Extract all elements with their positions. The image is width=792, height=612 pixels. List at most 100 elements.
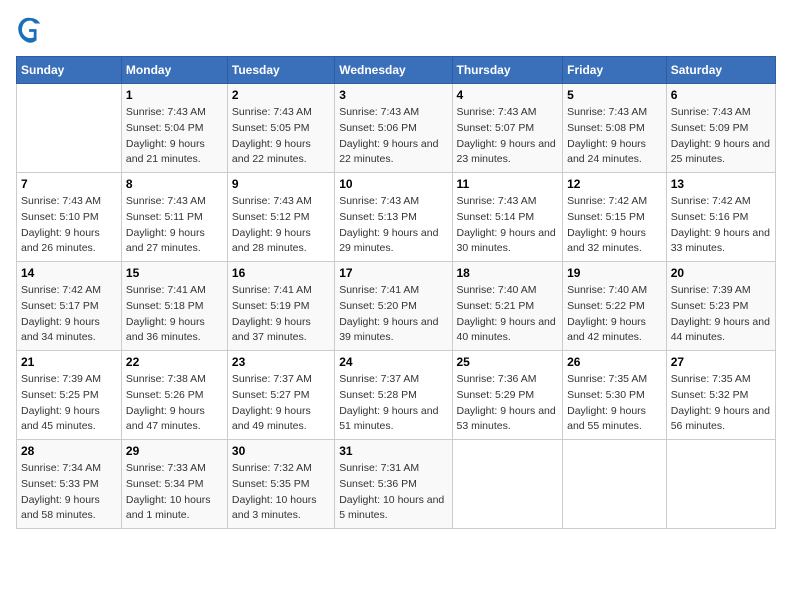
calendar-cell xyxy=(17,84,122,173)
calendar-cell: 1 Sunrise: 7:43 AMSunset: 5:04 PMDayligh… xyxy=(121,84,227,173)
page-header xyxy=(16,16,776,44)
calendar-cell: 9 Sunrise: 7:43 AMSunset: 5:12 PMDayligh… xyxy=(227,173,334,262)
day-number: 17 xyxy=(339,266,447,280)
day-number: 30 xyxy=(232,444,330,458)
calendar-header-row: SundayMondayTuesdayWednesdayThursdayFrid… xyxy=(17,57,776,84)
day-info: Sunrise: 7:43 AMSunset: 5:05 PMDaylight:… xyxy=(232,105,330,168)
day-info: Sunrise: 7:42 AMSunset: 5:15 PMDaylight:… xyxy=(567,194,662,257)
day-number: 16 xyxy=(232,266,330,280)
day-info: Sunrise: 7:41 AMSunset: 5:20 PMDaylight:… xyxy=(339,283,447,346)
calendar-cell: 13 Sunrise: 7:42 AMSunset: 5:16 PMDaylig… xyxy=(666,173,775,262)
logo-icon xyxy=(16,16,44,44)
day-number: 11 xyxy=(457,177,559,191)
calendar-cell: 27 Sunrise: 7:35 AMSunset: 5:32 PMDaylig… xyxy=(666,351,775,440)
header-saturday: Saturday xyxy=(666,57,775,84)
day-number: 20 xyxy=(671,266,771,280)
day-number: 29 xyxy=(126,444,223,458)
calendar-cell: 2 Sunrise: 7:43 AMSunset: 5:05 PMDayligh… xyxy=(227,84,334,173)
header-monday: Monday xyxy=(121,57,227,84)
calendar-week-row: 21 Sunrise: 7:39 AMSunset: 5:25 PMDaylig… xyxy=(17,351,776,440)
day-info: Sunrise: 7:43 AMSunset: 5:14 PMDaylight:… xyxy=(457,194,559,257)
day-number: 12 xyxy=(567,177,662,191)
calendar-week-row: 28 Sunrise: 7:34 AMSunset: 5:33 PMDaylig… xyxy=(17,440,776,529)
day-info: Sunrise: 7:33 AMSunset: 5:34 PMDaylight:… xyxy=(126,461,223,524)
header-thursday: Thursday xyxy=(452,57,563,84)
calendar-week-row: 14 Sunrise: 7:42 AMSunset: 5:17 PMDaylig… xyxy=(17,262,776,351)
calendar-cell: 8 Sunrise: 7:43 AMSunset: 5:11 PMDayligh… xyxy=(121,173,227,262)
calendar-cell: 20 Sunrise: 7:39 AMSunset: 5:23 PMDaylig… xyxy=(666,262,775,351)
day-number: 7 xyxy=(21,177,117,191)
calendar-cell: 23 Sunrise: 7:37 AMSunset: 5:27 PMDaylig… xyxy=(227,351,334,440)
day-number: 5 xyxy=(567,88,662,102)
day-info: Sunrise: 7:39 AMSunset: 5:23 PMDaylight:… xyxy=(671,283,771,346)
calendar-cell xyxy=(452,440,563,529)
calendar-cell: 5 Sunrise: 7:43 AMSunset: 5:08 PMDayligh… xyxy=(563,84,667,173)
calendar-cell: 19 Sunrise: 7:40 AMSunset: 5:22 PMDaylig… xyxy=(563,262,667,351)
day-info: Sunrise: 7:43 AMSunset: 5:12 PMDaylight:… xyxy=(232,194,330,257)
calendar-table: SundayMondayTuesdayWednesdayThursdayFrid… xyxy=(16,56,776,529)
day-info: Sunrise: 7:43 AMSunset: 5:09 PMDaylight:… xyxy=(671,105,771,168)
calendar-week-row: 1 Sunrise: 7:43 AMSunset: 5:04 PMDayligh… xyxy=(17,84,776,173)
day-info: Sunrise: 7:37 AMSunset: 5:28 PMDaylight:… xyxy=(339,372,447,435)
logo xyxy=(16,16,48,44)
day-number: 19 xyxy=(567,266,662,280)
day-number: 10 xyxy=(339,177,447,191)
day-info: Sunrise: 7:39 AMSunset: 5:25 PMDaylight:… xyxy=(21,372,117,435)
day-info: Sunrise: 7:43 AMSunset: 5:10 PMDaylight:… xyxy=(21,194,117,257)
calendar-cell: 29 Sunrise: 7:33 AMSunset: 5:34 PMDaylig… xyxy=(121,440,227,529)
day-number: 9 xyxy=(232,177,330,191)
day-number: 24 xyxy=(339,355,447,369)
day-info: Sunrise: 7:35 AMSunset: 5:32 PMDaylight:… xyxy=(671,372,771,435)
day-info: Sunrise: 7:31 AMSunset: 5:36 PMDaylight:… xyxy=(339,461,447,524)
day-info: Sunrise: 7:42 AMSunset: 5:16 PMDaylight:… xyxy=(671,194,771,257)
header-sunday: Sunday xyxy=(17,57,122,84)
day-number: 26 xyxy=(567,355,662,369)
day-number: 23 xyxy=(232,355,330,369)
day-number: 1 xyxy=(126,88,223,102)
day-number: 25 xyxy=(457,355,559,369)
day-number: 13 xyxy=(671,177,771,191)
day-number: 8 xyxy=(126,177,223,191)
day-number: 21 xyxy=(21,355,117,369)
calendar-cell: 24 Sunrise: 7:37 AMSunset: 5:28 PMDaylig… xyxy=(335,351,452,440)
day-info: Sunrise: 7:38 AMSunset: 5:26 PMDaylight:… xyxy=(126,372,223,435)
day-info: Sunrise: 7:43 AMSunset: 5:11 PMDaylight:… xyxy=(126,194,223,257)
day-number: 27 xyxy=(671,355,771,369)
day-number: 4 xyxy=(457,88,559,102)
calendar-cell: 26 Sunrise: 7:35 AMSunset: 5:30 PMDaylig… xyxy=(563,351,667,440)
calendar-cell xyxy=(666,440,775,529)
day-info: Sunrise: 7:43 AMSunset: 5:04 PMDaylight:… xyxy=(126,105,223,168)
calendar-cell: 11 Sunrise: 7:43 AMSunset: 5:14 PMDaylig… xyxy=(452,173,563,262)
day-number: 18 xyxy=(457,266,559,280)
day-info: Sunrise: 7:34 AMSunset: 5:33 PMDaylight:… xyxy=(21,461,117,524)
calendar-week-row: 7 Sunrise: 7:43 AMSunset: 5:10 PMDayligh… xyxy=(17,173,776,262)
header-wednesday: Wednesday xyxy=(335,57,452,84)
day-number: 14 xyxy=(21,266,117,280)
day-info: Sunrise: 7:35 AMSunset: 5:30 PMDaylight:… xyxy=(567,372,662,435)
day-info: Sunrise: 7:32 AMSunset: 5:35 PMDaylight:… xyxy=(232,461,330,524)
day-info: Sunrise: 7:40 AMSunset: 5:22 PMDaylight:… xyxy=(567,283,662,346)
calendar-cell: 12 Sunrise: 7:42 AMSunset: 5:15 PMDaylig… xyxy=(563,173,667,262)
calendar-cell: 25 Sunrise: 7:36 AMSunset: 5:29 PMDaylig… xyxy=(452,351,563,440)
calendar-cell xyxy=(563,440,667,529)
calendar-cell: 15 Sunrise: 7:41 AMSunset: 5:18 PMDaylig… xyxy=(121,262,227,351)
calendar-cell: 30 Sunrise: 7:32 AMSunset: 5:35 PMDaylig… xyxy=(227,440,334,529)
day-info: Sunrise: 7:43 AMSunset: 5:06 PMDaylight:… xyxy=(339,105,447,168)
day-number: 15 xyxy=(126,266,223,280)
day-info: Sunrise: 7:41 AMSunset: 5:19 PMDaylight:… xyxy=(232,283,330,346)
day-number: 6 xyxy=(671,88,771,102)
calendar-cell: 16 Sunrise: 7:41 AMSunset: 5:19 PMDaylig… xyxy=(227,262,334,351)
calendar-cell: 14 Sunrise: 7:42 AMSunset: 5:17 PMDaylig… xyxy=(17,262,122,351)
calendar-cell: 31 Sunrise: 7:31 AMSunset: 5:36 PMDaylig… xyxy=(335,440,452,529)
header-friday: Friday xyxy=(563,57,667,84)
day-info: Sunrise: 7:42 AMSunset: 5:17 PMDaylight:… xyxy=(21,283,117,346)
day-info: Sunrise: 7:41 AMSunset: 5:18 PMDaylight:… xyxy=(126,283,223,346)
day-number: 31 xyxy=(339,444,447,458)
day-info: Sunrise: 7:37 AMSunset: 5:27 PMDaylight:… xyxy=(232,372,330,435)
day-number: 28 xyxy=(21,444,117,458)
day-info: Sunrise: 7:40 AMSunset: 5:21 PMDaylight:… xyxy=(457,283,559,346)
calendar-cell: 18 Sunrise: 7:40 AMSunset: 5:21 PMDaylig… xyxy=(452,262,563,351)
day-info: Sunrise: 7:36 AMSunset: 5:29 PMDaylight:… xyxy=(457,372,559,435)
calendar-cell: 17 Sunrise: 7:41 AMSunset: 5:20 PMDaylig… xyxy=(335,262,452,351)
header-tuesday: Tuesday xyxy=(227,57,334,84)
